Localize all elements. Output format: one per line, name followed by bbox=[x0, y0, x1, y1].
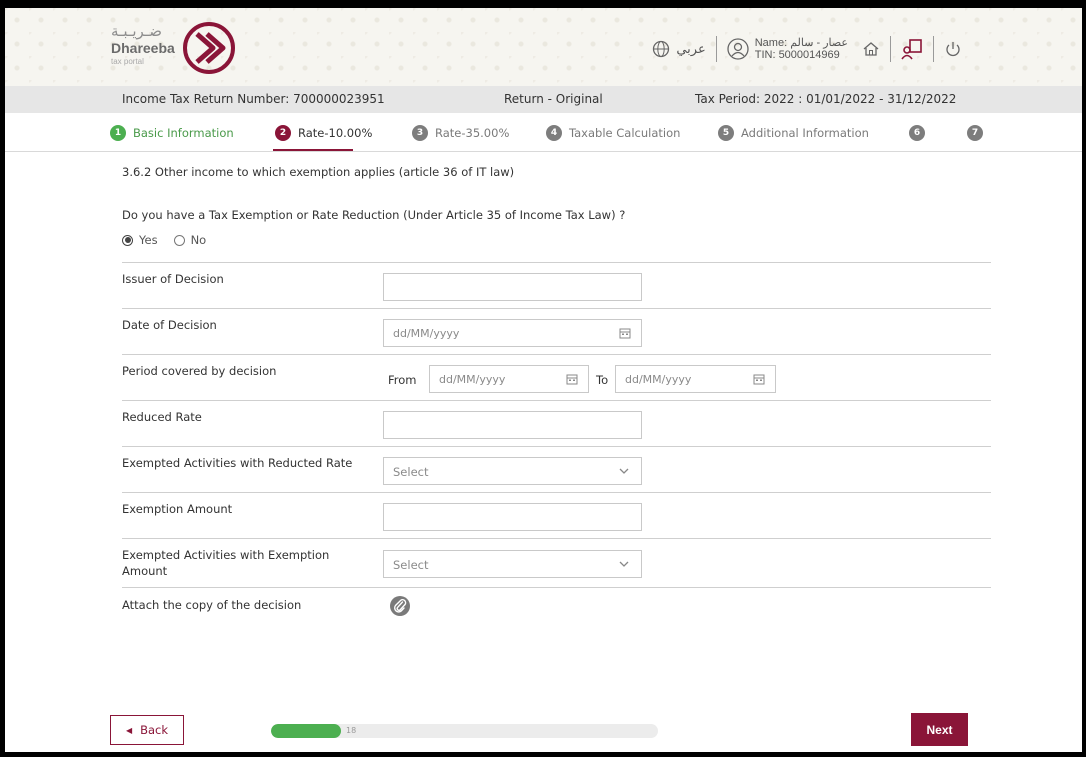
section-heading: 3.6.2 Other income to which exemption ap… bbox=[122, 165, 515, 179]
step-rate-35[interactable]: 3 Rate-35.00% bbox=[412, 125, 509, 141]
top-header: ضـريـبـة Dhareeba tax portal عربي Name: … bbox=[5, 8, 1082, 86]
user-icon[interactable] bbox=[727, 38, 749, 60]
step-additional-information[interactable]: 5 Additional Information bbox=[718, 125, 869, 141]
step-6[interactable]: 6 bbox=[909, 125, 932, 141]
activities-amount-select[interactable]: Select bbox=[383, 550, 642, 578]
divider bbox=[933, 36, 934, 62]
user-name: Name: عصار - سالم bbox=[754, 37, 848, 49]
step-label: Rate-10.00% bbox=[298, 126, 373, 140]
divider bbox=[890, 36, 891, 62]
logo-subtitle-text: tax portal bbox=[111, 57, 144, 66]
issuer-label: Issuer of Decision bbox=[122, 272, 224, 286]
row-divider bbox=[122, 354, 991, 355]
user-tin: TIN: 5000014969 bbox=[754, 49, 840, 61]
date-placeholder: dd/MM/yyyy bbox=[439, 373, 506, 386]
calendar-icon[interactable] bbox=[753, 373, 765, 385]
select-placeholder: Select bbox=[393, 558, 429, 572]
app-screen: ضـريـبـة Dhareeba tax portal عربي Name: … bbox=[5, 8, 1082, 752]
language-toggle[interactable]: عربي bbox=[676, 42, 705, 57]
wizard-steps: 1 Basic Information 2 Rate-10.00% 3 Rate… bbox=[5, 113, 1082, 152]
calendar-icon[interactable] bbox=[566, 373, 578, 385]
user-documents-icon[interactable] bbox=[901, 38, 923, 60]
back-button-label: Back bbox=[140, 723, 169, 737]
radio-yes[interactable] bbox=[122, 234, 133, 246]
activities-rate-label: Exempted Activities with Reducted Rate bbox=[122, 456, 353, 470]
attach-label: Attach the copy of the decision bbox=[122, 598, 302, 612]
row-divider bbox=[122, 492, 991, 493]
logo-arabic-text: ضـريـبـة bbox=[111, 22, 162, 40]
arrow-left-icon: ◀ bbox=[125, 725, 133, 735]
date-placeholder: dd/MM/yyyy bbox=[625, 373, 692, 386]
exemption-amount-label: Exemption Amount bbox=[122, 502, 233, 516]
step-number: 2 bbox=[275, 125, 291, 141]
row-divider bbox=[122, 538, 991, 539]
select-placeholder: Select bbox=[393, 465, 429, 479]
step-label: Additional Information bbox=[741, 126, 869, 140]
period-label: Period covered by decision bbox=[122, 364, 277, 378]
radio-no-label[interactable]: No bbox=[191, 233, 207, 247]
reduced-rate-label: Reduced Rate bbox=[122, 410, 202, 424]
activities-amount-label-line1: Exempted Activities with Exemption bbox=[122, 548, 330, 562]
step-rate-10[interactable]: 2 Rate-10.00% bbox=[275, 125, 372, 141]
activities-amount-label-line2: Amount bbox=[122, 564, 168, 578]
row-divider bbox=[122, 400, 991, 401]
chevron-down-icon bbox=[619, 561, 629, 567]
radio-yes-label[interactable]: Yes bbox=[139, 233, 158, 247]
row-divider bbox=[122, 308, 991, 309]
row-divider bbox=[122, 446, 991, 447]
activities-amount-label: Exempted Activities with Exemption Amoun… bbox=[122, 547, 329, 579]
step-label: Taxable Calculation bbox=[569, 126, 681, 140]
period-from-label: From bbox=[388, 373, 417, 387]
return-type: Return - Original bbox=[504, 92, 603, 106]
step-number: 5 bbox=[718, 125, 734, 141]
tax-period: Tax Period: 2022 : 01/01/2022 - 31/12/20… bbox=[695, 92, 957, 106]
logo-name-text: Dhareeba bbox=[111, 40, 175, 56]
progress-bar bbox=[271, 724, 658, 738]
dhareeba-chevron-icon bbox=[183, 22, 235, 74]
attach-button[interactable] bbox=[390, 596, 410, 616]
exemption-question: Do you have a Tax Exemption or Rate Redu… bbox=[122, 208, 626, 222]
home-icon[interactable] bbox=[862, 40, 880, 58]
row-divider bbox=[122, 262, 991, 263]
globe-icon[interactable] bbox=[652, 40, 670, 58]
step-label: Basic Information bbox=[133, 126, 234, 140]
step-taxable-calculation[interactable]: 4 Taxable Calculation bbox=[546, 125, 680, 141]
power-icon[interactable] bbox=[944, 40, 962, 58]
header-toolbar: عربي Name: عصار - سالم TIN: 5000014969 bbox=[652, 34, 962, 64]
row-divider bbox=[122, 587, 991, 588]
step-number: 4 bbox=[546, 125, 562, 141]
divider bbox=[715, 36, 717, 62]
step-number: 1 bbox=[110, 125, 126, 141]
date-of-decision-input[interactable]: dd/MM/yyyy bbox=[383, 319, 642, 347]
date-placeholder: dd/MM/yyyy bbox=[393, 327, 460, 340]
return-number: Income Tax Return Number: 700000023951 bbox=[122, 92, 385, 106]
chevron-down-icon bbox=[619, 468, 629, 474]
step-number: 3 bbox=[412, 125, 428, 141]
active-step-indicator bbox=[273, 149, 353, 151]
next-button[interactable]: Next bbox=[911, 713, 968, 746]
step-number: 7 bbox=[967, 125, 983, 141]
back-button[interactable]: ◀ Back bbox=[110, 715, 184, 745]
step-number: 6 bbox=[909, 125, 925, 141]
step-7[interactable]: 7 bbox=[967, 125, 990, 141]
period-to-input[interactable]: dd/MM/yyyy bbox=[615, 365, 776, 393]
period-to-label: To bbox=[596, 373, 609, 387]
step-basic-information[interactable]: 1 Basic Information bbox=[110, 125, 234, 141]
date-label: Date of Decision bbox=[122, 318, 217, 332]
progress-value: 18 bbox=[346, 726, 357, 735]
exemption-radio-group: Yes No bbox=[122, 233, 222, 247]
user-info: Name: عصار - سالم TIN: 5000014969 bbox=[755, 37, 848, 61]
issuer-input[interactable] bbox=[383, 273, 642, 301]
reduced-rate-input[interactable] bbox=[383, 411, 642, 439]
return-info-bar: Income Tax Return Number: 700000023951 R… bbox=[5, 86, 1082, 113]
step-label: Rate-35.00% bbox=[435, 126, 510, 140]
calendar-icon[interactable] bbox=[619, 327, 631, 339]
activities-rate-select[interactable]: Select bbox=[383, 457, 642, 485]
paperclip-icon bbox=[394, 599, 407, 613]
dhareeba-logo[interactable]: ضـريـبـة Dhareeba tax portal bbox=[105, 22, 235, 74]
radio-no[interactable] bbox=[173, 234, 185, 246]
period-from-input[interactable]: dd/MM/yyyy bbox=[429, 365, 589, 393]
progress-bar-fill bbox=[271, 724, 341, 738]
exemption-amount-input[interactable] bbox=[383, 503, 642, 531]
